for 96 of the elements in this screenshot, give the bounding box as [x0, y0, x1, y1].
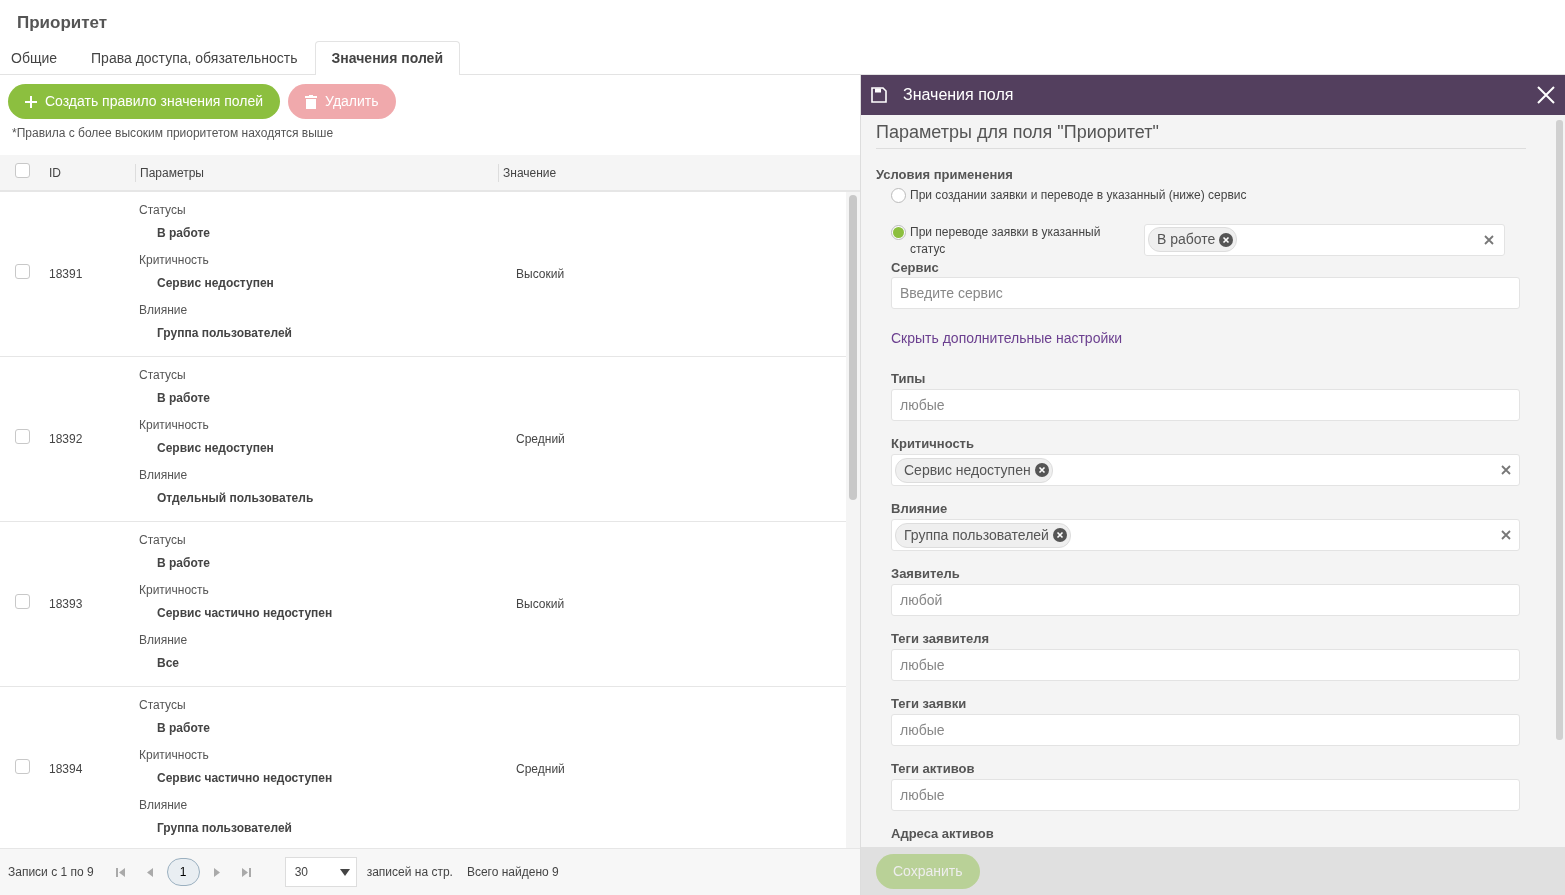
id-cell: 18391 — [49, 267, 83, 281]
section-label: Условия применения — [876, 166, 1014, 184]
tag: В работе — [1148, 227, 1238, 252]
first-page-icon — [115, 868, 125, 878]
last-page-icon — [241, 868, 251, 878]
column-header: Параметры — [140, 165, 204, 180]
param-value: В работе — [157, 721, 210, 735]
param-value: В работе — [157, 556, 210, 570]
tag: Сервис недоступен — [895, 457, 1053, 483]
row-checkbox[interactable] — [15, 594, 30, 609]
param-value: Группа пользователей — [157, 326, 292, 340]
param-value: Сервис частично недоступен — [157, 606, 333, 620]
remove-tag-icon[interactable] — [1219, 232, 1234, 247]
id-cell: 18394 — [49, 762, 83, 776]
param-value: Сервис частично недоступен — [157, 771, 333, 785]
id-cell: 18392 — [49, 432, 83, 446]
service-field[interactable]: Введите сервис — [891, 277, 1520, 309]
scrollbar-thumb[interactable] — [849, 195, 857, 500]
radio-label: При переводе заявки в указанный статус — [910, 223, 1102, 258]
radio-button[interactable] — [891, 224, 906, 240]
status-field[interactable]: В работе — [1144, 223, 1505, 256]
value-cell: Высокий — [516, 597, 565, 611]
total-count: Всего найдено 9 — [466, 864, 559, 881]
clear-icon[interactable] — [1484, 234, 1494, 245]
column-header: Значение — [503, 165, 557, 180]
field-label: Заявитель — [891, 567, 961, 581]
plus-icon — [25, 95, 37, 108]
param-value: Отдельный пользователь — [157, 491, 314, 505]
param-label: Статусы — [139, 367, 187, 384]
field-label: Адреса активов — [891, 827, 995, 841]
param-value: В работе — [157, 391, 210, 405]
param-label: Статусы — [139, 532, 187, 549]
field-label: Теги заявки — [891, 697, 968, 711]
param-label: Статусы — [139, 697, 187, 714]
next-page-icon — [213, 868, 220, 878]
field-label: Теги активов — [891, 762, 976, 776]
tab[interactable]: Права доступа, обязательность — [74, 41, 315, 74]
param-label: Влияние — [139, 467, 189, 484]
param-label: Критичность — [139, 417, 210, 434]
tab[interactable]: Общие — [0, 41, 75, 74]
toggle-settings-link[interactable]: Скрыть дополнительные настройки — [891, 330, 1123, 346]
tab[interactable]: Значения полей — [314, 41, 460, 75]
param-value: Все — [157, 656, 179, 670]
clear-icon[interactable] — [1501, 465, 1511, 475]
param-label: Критичность — [139, 747, 210, 764]
param-label: Критичность — [139, 252, 210, 269]
input-field[interactable]: любой — [891, 584, 1520, 616]
page-button[interactable]: 1 — [166, 858, 200, 886]
param-label: Влияние — [139, 632, 189, 649]
page-size-label: записей на стр. — [366, 864, 453, 881]
param-label: Влияние — [139, 797, 189, 814]
row-checkbox[interactable] — [15, 429, 30, 444]
records-range: Записи с 1 по 9 — [8, 864, 94, 881]
note-text: *Правила с более высоким приоритетом находятся выше — [11, 125, 335, 142]
radio-label: При создании заявки и переводе в указанный (ниже) сервис — [910, 186, 1247, 204]
remove-tag-icon[interactable] — [1034, 463, 1049, 477]
row-checkbox[interactable] — [15, 759, 30, 774]
input-field[interactable]: любые — [891, 649, 1520, 681]
input-field[interactable]: Группа пользователей — [891, 519, 1520, 551]
input-field[interactable]: любые — [891, 714, 1520, 746]
param-label: Статусы — [139, 202, 187, 219]
param-label: Влияние — [139, 302, 189, 319]
scrollbar-thumb[interactable] — [1556, 120, 1563, 740]
field-label: Типы — [891, 372, 927, 386]
param-value: В работе — [157, 226, 210, 240]
column-header: ID — [49, 165, 61, 180]
dropdown-caret-icon — [339, 868, 350, 876]
close-icon[interactable] — [1537, 86, 1555, 104]
field-label: Влияние — [891, 502, 949, 516]
previous-page-icon — [146, 868, 153, 878]
param-value: Сервис недоступен — [157, 441, 274, 455]
value-cell: Средний — [516, 762, 565, 776]
radio-button[interactable] — [891, 187, 906, 203]
param-value: Группа пользователей — [157, 821, 292, 835]
value-cell: Средний — [516, 432, 565, 446]
panel-title: Значения поля — [903, 85, 1015, 105]
field-label: Сервис — [891, 258, 940, 277]
input-field[interactable]: Сервис недоступен — [891, 454, 1520, 486]
page-title: Приоритет — [16, 12, 109, 34]
param-label: Критичность — [139, 582, 210, 599]
clear-icon[interactable] — [1501, 530, 1511, 540]
field-label: Теги заявителя — [891, 632, 991, 646]
select-all-checkbox[interactable] — [15, 162, 30, 178]
field-label: Критичность — [891, 437, 975, 451]
param-value: Сервис недоступен — [157, 276, 274, 290]
input-field[interactable]: любые — [891, 389, 1520, 421]
row-checkbox[interactable] — [15, 264, 30, 279]
value-cell: Высокий — [516, 267, 565, 281]
id-cell: 18393 — [49, 597, 83, 611]
input-field[interactable]: любые — [891, 779, 1520, 811]
save-icon — [871, 87, 887, 103]
panel-heading: Параметры для поля "Приоритет" — [876, 119, 1526, 149]
tag: Группа пользователей — [895, 522, 1071, 548]
remove-tag-icon[interactable] — [1052, 528, 1067, 542]
trash-icon — [305, 94, 318, 109]
page-size-select[interactable]: 30 — [284, 857, 357, 887]
